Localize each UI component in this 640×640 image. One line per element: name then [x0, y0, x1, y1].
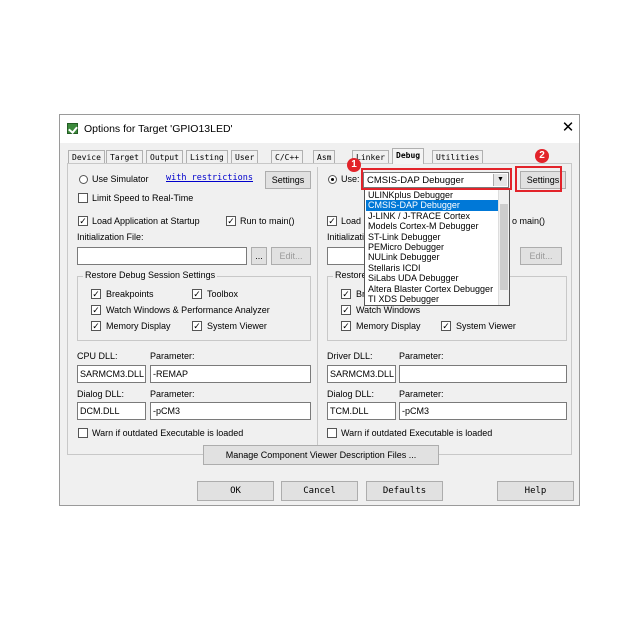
window-title: Options for Target 'GPIO13LED' [84, 123, 233, 135]
use-simulator-label: Use Simulator [92, 174, 149, 184]
close-icon[interactable]: ✕ [560, 120, 576, 136]
column-divider [317, 167, 318, 445]
dialog-dll-input[interactable]: DCM.DLL [77, 402, 146, 420]
debugger-option[interactable]: Altera Blaster Cortex Debugger [366, 284, 499, 295]
debugger-option[interactable]: J-LINK / J-TRACE Cortex [366, 211, 499, 222]
dialog-param-label: Parameter: [150, 389, 195, 399]
init-file-browse-button[interactable]: ... [251, 247, 267, 265]
right-warn-outdated-checkbox[interactable] [327, 428, 337, 438]
debugger-option[interactable]: SiLabs UDA Debugger [366, 273, 499, 284]
right-load-app-checkbox[interactable]: ✓ [327, 216, 337, 226]
right-dialog-dll-input[interactable]: TCM.DLL [327, 402, 396, 420]
right-breakpoints-checkbox[interactable]: ✓ [341, 289, 351, 299]
run-to-main-label: Run to main() [240, 216, 295, 226]
run-to-main-checkbox[interactable]: ✓ [226, 216, 236, 226]
init-file-label: Initialization File: [77, 232, 144, 242]
right-load-app-label: Load [341, 216, 362, 226]
right-system-viewer-checkbox[interactable]: ✓ [441, 321, 451, 331]
right-memory-display-checkbox[interactable]: ✓ [341, 321, 351, 331]
memory-display-label: Memory Display [106, 321, 171, 331]
annotation-marker-2: 2 [535, 149, 549, 163]
right-init-file-input[interactable] [327, 247, 367, 265]
title-bar: Options for Target 'GPIO13LED' ✕ [60, 115, 579, 143]
right-watch-windows-checkbox[interactable]: ✓ [341, 305, 351, 315]
memory-display-checkbox[interactable]: ✓ [91, 321, 101, 331]
right-run-to-main-label: o main() [512, 216, 546, 226]
dialog-dll-label: Dialog DLL: [77, 389, 125, 399]
watch-windows-checkbox[interactable]: ✓ [91, 305, 101, 315]
highlight-box-debugger-select [361, 168, 512, 190]
driver-dll-label: Driver DLL: [327, 351, 373, 361]
load-app-label: Load Application at Startup [92, 216, 200, 226]
tab-utilities[interactable]: Utilities [432, 150, 484, 163]
ok-button[interactable]: OK [197, 481, 274, 501]
with-restrictions-link[interactable]: with restrictions [166, 173, 253, 183]
tab-user[interactable]: User [231, 150, 259, 163]
cancel-button[interactable]: Cancel [281, 481, 358, 501]
right-memory-display-label: Memory Display [356, 321, 421, 331]
debugger-option[interactable]: ULINKplus Debugger [366, 190, 499, 201]
restore-settings-title: Restore Debug Session Settings [83, 270, 218, 281]
right-system-viewer-label: System Viewer [456, 321, 516, 331]
cpu-param-input[interactable]: -REMAP [150, 365, 311, 383]
right-init-file-label: Initializati [327, 232, 365, 242]
cpu-param-label: Parameter: [150, 351, 195, 361]
cpu-dll-input[interactable]: SARMCM3.DLL [77, 365, 146, 383]
debugger-option[interactable]: Stellaris ICDI [366, 263, 499, 274]
tab-target[interactable]: Target [106, 150, 143, 163]
limit-speed-label: Limit Speed to Real-Time [92, 193, 194, 203]
annotation-marker-1: 1 [347, 158, 361, 172]
init-file-edit-button[interactable]: Edit... [271, 247, 311, 265]
use-debugger-radio[interactable] [328, 175, 337, 184]
load-app-checkbox[interactable]: ✓ [78, 216, 88, 226]
limit-speed-checkbox[interactable] [78, 193, 88, 203]
right-watch-windows-label: Watch Windows [356, 305, 421, 315]
dropdown-scrollbar[interactable] [498, 190, 509, 305]
simulator-settings-button[interactable]: Settings [265, 171, 311, 189]
warn-outdated-label: Warn if outdated Executable is loaded [92, 428, 244, 438]
help-button[interactable]: Help [497, 481, 574, 501]
system-viewer-checkbox[interactable]: ✓ [192, 321, 202, 331]
right-warn-outdated-label: Warn if outdated Executable is loaded [341, 428, 493, 438]
toolbox-checkbox[interactable]: ✓ [192, 289, 202, 299]
driver-dll-input[interactable]: SARMCM3.DLL [327, 365, 396, 383]
manage-component-viewer-button[interactable]: Manage Component Viewer Description File… [203, 445, 439, 465]
tab-output[interactable]: Output [146, 150, 183, 163]
tab-device[interactable]: Device [68, 150, 105, 163]
debugger-option[interactable]: NULink Debugger [366, 252, 499, 263]
debugger-dropdown-list: ULINKplus Debugger CMSIS-DAP Debugger J-… [364, 189, 510, 306]
system-viewer-label: System Viewer [207, 321, 267, 331]
debugger-option[interactable]: PEMicro Debugger [366, 242, 499, 253]
warn-outdated-checkbox[interactable] [78, 428, 88, 438]
dialog-param-input[interactable]: -pCM3 [150, 402, 311, 420]
use-simulator-radio[interactable] [79, 175, 88, 184]
driver-param-input[interactable] [399, 365, 567, 383]
driver-param-label: Parameter: [399, 351, 444, 361]
debugger-option-selected[interactable]: CMSIS-DAP Debugger [366, 200, 499, 212]
highlight-box-settings [515, 166, 562, 192]
toolbox-label: Toolbox [207, 289, 239, 299]
app-options-icon [67, 123, 78, 134]
breakpoints-checkbox[interactable]: ✓ [91, 289, 101, 299]
debugger-option[interactable]: TI XDS Debugger [366, 294, 499, 305]
debugger-option[interactable]: ST-Link Debugger [366, 232, 499, 243]
use-debugger-label: Use: [341, 174, 360, 184]
right-dialog-param-input[interactable]: -pCM3 [399, 402, 567, 420]
tab-cpp[interactable]: C/C++ [271, 150, 304, 163]
cpu-dll-label: CPU DLL: [77, 351, 118, 361]
defaults-button[interactable]: Defaults [366, 481, 443, 501]
dropdown-scrollbar-thumb[interactable] [500, 204, 508, 290]
debugger-option[interactable]: Models Cortex-M Debugger [366, 221, 499, 232]
init-file-input[interactable] [77, 247, 247, 265]
right-dialog-param-label: Parameter: [399, 389, 444, 399]
tab-asm[interactable]: Asm [313, 150, 336, 163]
watch-windows-label: Watch Windows & Performance Analyzer [106, 305, 270, 315]
tab-debug[interactable]: Debug [392, 148, 425, 164]
tab-listing[interactable]: Listing [186, 150, 228, 163]
right-init-file-edit-button[interactable]: Edit... [520, 247, 562, 265]
breakpoints-label: Breakpoints [106, 289, 154, 299]
right-dialog-dll-label: Dialog DLL: [327, 389, 375, 399]
